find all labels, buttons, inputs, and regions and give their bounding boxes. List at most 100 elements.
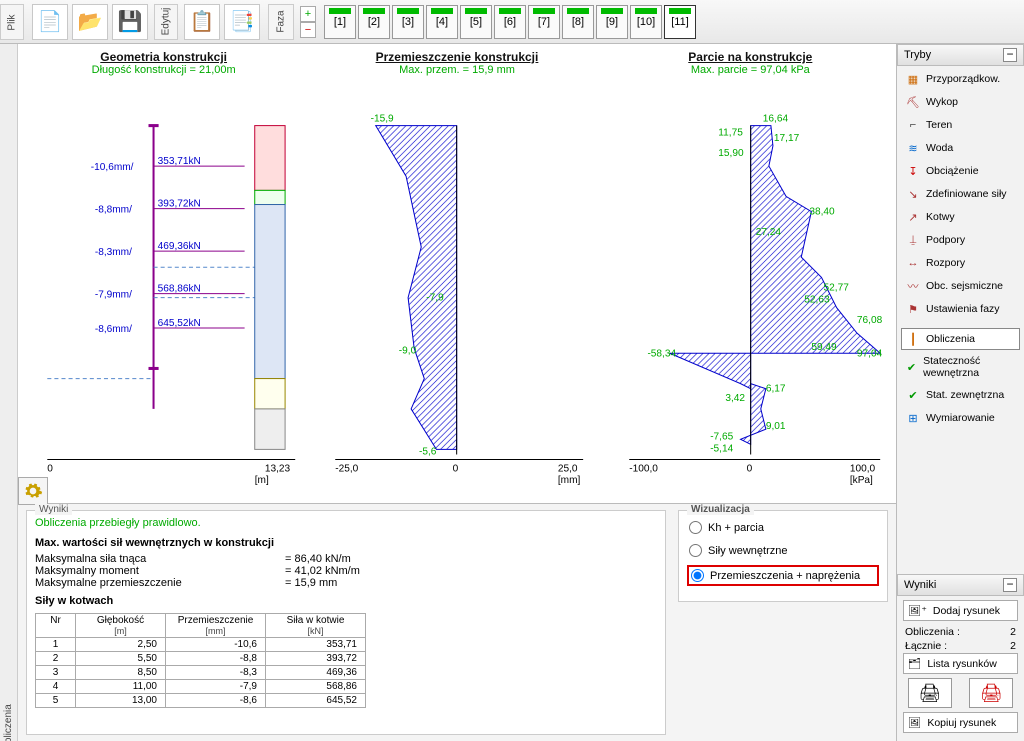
tab-plik-label: Plik xyxy=(7,14,18,30)
phase-pm: + − xyxy=(300,6,316,38)
open-file-icon[interactable]: 📂 xyxy=(72,4,108,40)
phase-tab-9[interactable]: [9] xyxy=(596,5,628,39)
tab-plik[interactable]: Plik xyxy=(0,4,24,40)
int-stability-icon: ✔ xyxy=(906,360,917,374)
table-row: 513,00-8,6645,52 xyxy=(36,694,366,708)
tryby-collapse-button[interactable]: − xyxy=(1003,48,1017,62)
viz-box: Wizualizacja Kh + parcia Siły wewnętrzne… xyxy=(678,510,888,602)
mode-podpory[interactable]: ⍊Podpory xyxy=(901,229,1020,251)
svg-text:[mm]: [mm] xyxy=(558,475,581,486)
phase-tab-8[interactable]: [8] xyxy=(562,5,594,39)
mode-przyporzadkow[interactable]: ▦Przyporządkow. xyxy=(901,68,1020,90)
svg-text:0: 0 xyxy=(47,464,53,475)
svg-text:100,0: 100,0 xyxy=(849,464,875,475)
svg-text:13,23: 13,23 xyxy=(265,464,291,475)
svg-text:-7,65: -7,65 xyxy=(710,431,733,442)
tab-edytuj[interactable]: Edytuj xyxy=(154,4,178,40)
anchor-icon: ↗ xyxy=(906,210,920,224)
svg-text:0: 0 xyxy=(453,464,459,475)
tab-faza-label: Faza xyxy=(275,10,286,32)
wyniki-label: Wyniki xyxy=(904,579,936,591)
phase-remove-button[interactable]: − xyxy=(300,22,316,38)
mode-kotwy[interactable]: ↗Kotwy xyxy=(901,206,1020,228)
viz-opt-1[interactable]: Kh + parcia xyxy=(687,519,879,536)
new-file-icon[interactable]: 📄 xyxy=(32,4,68,40)
svg-text:9,01: 9,01 xyxy=(765,421,785,432)
phase-tab-4[interactable]: [4] xyxy=(426,5,458,39)
svg-text:-7,9mm/: -7,9mm/ xyxy=(95,290,132,301)
mode-zdef-sily[interactable]: ↘Zdefiniowane siły xyxy=(901,183,1020,205)
obl-label: Obliczenia : xyxy=(905,626,960,638)
mode-wykop[interactable]: ⛏Wykop xyxy=(901,91,1020,113)
dodaj-rysunek-button[interactable]: 🖼⁺Dodaj rysunek xyxy=(903,600,1018,621)
obl-value: 2 xyxy=(1010,626,1016,638)
strut-icon: ↔ xyxy=(906,256,920,270)
phase-add-button[interactable]: + xyxy=(300,6,316,22)
phase-tab-6[interactable]: [6] xyxy=(494,5,526,39)
svg-text:11,75: 11,75 xyxy=(718,128,743,139)
mode-rozpory[interactable]: ↔Rozpory xyxy=(901,252,1020,274)
table-row: 38,50-8,3469,36 xyxy=(36,666,366,680)
forces-icon: ↘ xyxy=(906,187,920,201)
phase-tabs: [1] [2] [3] [4] [5] [6] [7] [8] [9] [10]… xyxy=(324,5,696,39)
phase-tab-10[interactable]: [10] xyxy=(630,5,662,39)
mode-wymiarowanie[interactable]: ⊞Wymiarowanie xyxy=(901,407,1020,429)
save-icon[interactable]: 💾 xyxy=(112,4,148,40)
anchor-table: Nr Głębokość[m] Przemieszczenie[mm] Siła… xyxy=(35,613,366,708)
lista-rysunkow-button[interactable]: 🗂Lista rysunków xyxy=(903,653,1018,674)
lacznie-value: 2 xyxy=(1010,640,1016,652)
print-color-button[interactable]: 🖨 xyxy=(969,678,1013,708)
mode-ustawienia-fazy[interactable]: ⚑Ustawienia fazy xyxy=(901,298,1020,320)
mode-sejsmiczne[interactable]: 〰Obc. sejsmiczne xyxy=(901,275,1020,297)
svg-text:-15,9: -15,9 xyxy=(371,114,394,125)
phase-settings-icon: ⚑ xyxy=(906,302,920,316)
kopiuj-rysunek-button[interactable]: 🖼Kopiuj rysunek xyxy=(903,712,1018,733)
paste-icon[interactable]: 📑 xyxy=(224,4,260,40)
copy-icon[interactable]: 📋 xyxy=(184,4,220,40)
viz-opt-2[interactable]: Siły wewnętrzne xyxy=(687,542,879,559)
results-title: Wyniki xyxy=(35,504,72,515)
bottom-panel: Wyniki Obliczenia przebiegły prawidlowo.… xyxy=(18,503,896,741)
svg-text:59,49: 59,49 xyxy=(811,342,837,353)
wyniki-header: Wyniki − xyxy=(897,574,1024,596)
mode-stat-zewn[interactable]: ✔Stat. zewnętrzna xyxy=(901,384,1020,406)
anchor-header: Siły w kotwach xyxy=(35,595,657,607)
svg-text:645,52kN: 645,52kN xyxy=(158,318,201,329)
terrain-icon: ⌐ xyxy=(906,118,920,132)
phase-tab-5[interactable]: [5] xyxy=(460,5,492,39)
settings-gear-button[interactable] xyxy=(18,477,48,505)
r3-label: Maksymalne przemieszczenie xyxy=(35,577,195,589)
svg-text:-25,0: -25,0 xyxy=(336,464,359,475)
chart-displacement: Przemieszczenie konstrukcji Max. przem. … xyxy=(315,50,598,499)
svg-text:568,86kN: 568,86kN xyxy=(158,284,201,295)
chart-geo-sub: Długość konstrukcji = 21,00m xyxy=(92,64,236,76)
right-bottom: Wyniki − 🖼⁺Dodaj rysunek Obliczenia :2 Ł… xyxy=(897,570,1024,741)
phase-tab-2[interactable]: [2] xyxy=(358,5,390,39)
svg-text:-5,14: -5,14 xyxy=(710,443,733,454)
phase-tab-3[interactable]: [3] xyxy=(392,5,424,39)
svg-text:25,0: 25,0 xyxy=(558,464,578,475)
left-obliczenia-tab[interactable]: Obliczenia xyxy=(0,44,18,741)
chart-area: Geometria konstrukcji Długość konstrukcj… xyxy=(18,44,896,503)
mode-obliczenia[interactable]: ┃Obliczenia xyxy=(901,328,1020,350)
mode-statecznosc-wewn[interactable]: ✔Stateczność wewnętrzna xyxy=(901,351,1020,383)
main: Obliczenia Geometria konstrukcji Długość… xyxy=(0,44,1024,741)
tab-faza[interactable]: Faza xyxy=(268,4,294,40)
chart-pressure: Parcie na konstrukcje Max. parcie = 97,0… xyxy=(609,50,892,499)
right-panel: Tryby − ▦Przyporządkow. ⛏Wykop ⌐Teren ≋W… xyxy=(896,44,1024,741)
svg-text:-8,3mm/: -8,3mm/ xyxy=(95,247,132,258)
chart-disp-title: Przemieszczenie konstrukcji xyxy=(376,50,539,64)
tryby-header: Tryby − xyxy=(897,44,1024,66)
mode-obciazenie[interactable]: ↧Obciążenie xyxy=(901,160,1020,182)
mode-woda[interactable]: ≋Woda xyxy=(901,137,1020,159)
mode-teren[interactable]: ⌐Teren xyxy=(901,114,1020,136)
phase-tab-1[interactable]: [1] xyxy=(324,5,356,39)
print-button[interactable]: 🖨 xyxy=(908,678,952,708)
phase-tab-11[interactable]: [11] xyxy=(664,5,696,39)
svg-text:97,04: 97,04 xyxy=(857,348,883,359)
viz-opt-3[interactable]: Przemieszczenia + naprężenia xyxy=(687,565,879,586)
phase-tab-7[interactable]: [7] xyxy=(528,5,560,39)
results-max-header: Max. wartości sił wewnętrznych w konstru… xyxy=(35,537,657,549)
assign-icon: ▦ xyxy=(906,72,920,86)
wyniki-collapse-button[interactable]: − xyxy=(1003,578,1017,592)
